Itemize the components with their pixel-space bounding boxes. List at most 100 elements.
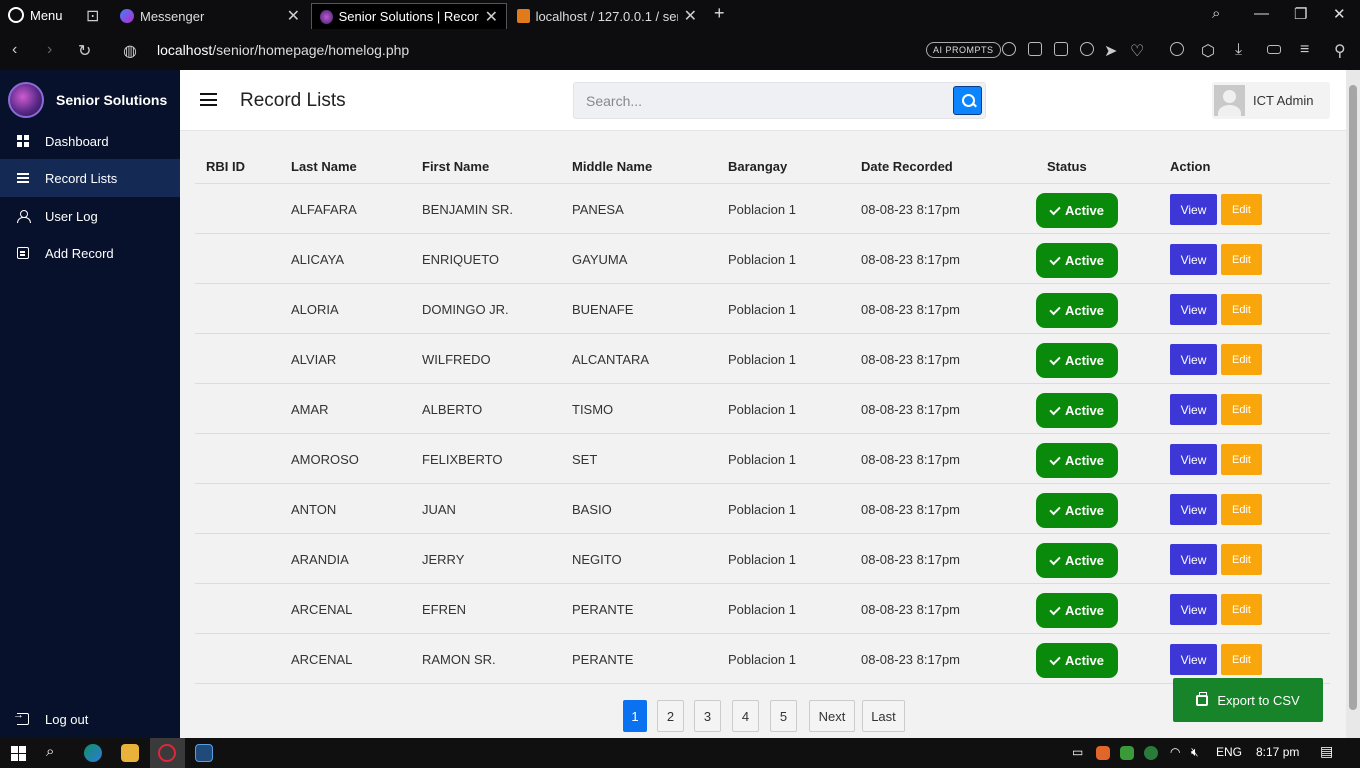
minimize-icon[interactable]: —	[1254, 5, 1269, 22]
phpmyadmin-icon	[517, 9, 530, 23]
edit-button[interactable]: Edit	[1221, 444, 1262, 475]
new-tab-icon[interactable]: +	[714, 3, 725, 24]
edit-button[interactable]: Edit	[1221, 494, 1262, 525]
hamburger-menu-icon[interactable]	[200, 93, 217, 106]
camera-icon[interactable]	[1054, 42, 1068, 56]
view-button[interactable]: View	[1170, 594, 1217, 625]
scrollbar-thumb[interactable]	[1349, 85, 1357, 710]
notifications-icon[interactable]: ▤	[1320, 743, 1333, 760]
site-info-icon[interactable]: ◍	[123, 41, 137, 61]
adblock-icon[interactable]	[1080, 42, 1094, 56]
edge-icon[interactable]	[84, 744, 102, 762]
edit-button[interactable]: Edit	[1221, 194, 1262, 225]
view-button[interactable]: View	[1170, 194, 1217, 225]
opera-taskbar-icon[interactable]	[158, 744, 176, 762]
cell-middle: PANESA	[572, 202, 624, 217]
url-field[interactable]: localhost/senior/homepage/homelog.php	[157, 42, 409, 58]
edit-button[interactable]: Edit	[1221, 594, 1262, 625]
sidebar-item-logout[interactable]: Log out	[0, 700, 180, 738]
cell-date: 08-08-23 8:17pm	[861, 552, 961, 567]
page-scrollbar[interactable]	[1346, 70, 1360, 738]
edit-button[interactable]: Edit	[1221, 644, 1262, 675]
vpn-icon[interactable]	[1170, 42, 1184, 56]
next-page-button[interactable]: Next	[809, 700, 855, 732]
tab-search-icon[interactable]: ⌕	[1212, 5, 1220, 22]
sidebar-item-add-record[interactable]: Add Record	[0, 234, 180, 272]
windows-start-icon[interactable]	[11, 746, 26, 761]
search-page-icon[interactable]	[1002, 42, 1016, 56]
cube-icon[interactable]: ⬡	[1201, 41, 1215, 61]
battery-saver-icon[interactable]	[1267, 45, 1281, 54]
file-explorer-icon[interactable]	[121, 744, 139, 762]
column-header-action: Action	[1170, 159, 1211, 174]
sidebar-item-dashboard[interactable]: Dashboard	[0, 122, 180, 160]
taskbar-search-icon[interactable]: ⌕	[46, 743, 54, 760]
sidebar-item-record-lists[interactable]: Record Lists	[0, 159, 180, 197]
vscode-icon[interactable]	[195, 744, 213, 762]
edit-button[interactable]: Edit	[1221, 544, 1262, 575]
page-2-button[interactable]: 2	[657, 700, 684, 732]
restore-icon[interactable]: ❐	[1294, 5, 1307, 23]
view-button[interactable]: View	[1170, 294, 1217, 325]
cell-barangay: Poblacion 1	[728, 402, 796, 417]
cell-middle: PERANTE	[572, 652, 634, 667]
profile-icon[interactable]: ⚲	[1334, 41, 1346, 61]
edit-icon[interactable]	[1028, 42, 1042, 56]
download-icon[interactable]: ⤓	[1235, 41, 1242, 59]
clock[interactable]: 8:17 pm	[1256, 745, 1299, 759]
language-indicator[interactable]: ENG	[1216, 745, 1242, 759]
send-icon[interactable]: ➤	[1104, 41, 1117, 61]
close-tab-icon[interactable]: ✕	[684, 6, 697, 26]
tray-app-icon[interactable]	[1096, 746, 1110, 760]
view-button[interactable]: View	[1170, 444, 1217, 475]
edit-button[interactable]: Edit	[1221, 394, 1262, 425]
status-label: Active	[1064, 503, 1105, 518]
page-1-button[interactable]: 1	[623, 700, 647, 732]
edit-button[interactable]: Edit	[1221, 244, 1262, 275]
tray-nvidia-icon[interactable]	[1120, 746, 1134, 760]
cell-date: 08-08-23 8:17pm	[861, 202, 961, 217]
tab-phpmyadmin[interactable]: localhost / 127.0.0.1 / senio ✕	[509, 3, 705, 29]
wifi-icon[interactable]: ◠	[1170, 745, 1180, 759]
edit-button[interactable]: Edit	[1221, 344, 1262, 375]
brand[interactable]: Senior Solutions	[8, 82, 167, 118]
heart-icon[interactable]: ♡	[1130, 41, 1144, 61]
edit-button[interactable]: Edit	[1221, 294, 1262, 325]
sidebar-item-user-log[interactable]: User Log	[0, 197, 180, 235]
back-icon[interactable]: ‹	[12, 41, 17, 59]
close-tab-icon[interactable]: ✕	[485, 7, 498, 27]
tab-messenger[interactable]: Messenger ✕	[112, 3, 308, 29]
reload-icon[interactable]: ↻	[78, 41, 91, 61]
battery-icon[interactable]: ▭	[1072, 745, 1083, 759]
close-window-icon[interactable]: ✕	[1333, 5, 1346, 23]
tab-label: Messenger	[140, 8, 205, 24]
search-button[interactable]	[953, 86, 982, 115]
easy-setup-icon[interactable]: ≡	[1300, 41, 1309, 59]
close-tab-icon[interactable]: ✕	[287, 6, 300, 26]
status-label: Active	[1064, 403, 1105, 418]
cell-last: AMAR	[291, 402, 329, 417]
ai-prompts-button[interactable]: AI PROMPTS	[926, 42, 1001, 58]
view-button[interactable]: View	[1170, 494, 1217, 525]
view-button[interactable]: View	[1170, 544, 1217, 575]
volume-icon[interactable]: 🔇︎	[1191, 745, 1199, 760]
forward-icon[interactable]: ›	[47, 41, 52, 59]
status-badge: Active	[1036, 543, 1118, 578]
browser-menu-button[interactable]: Menu	[8, 7, 63, 23]
page-5-button[interactable]: 5	[770, 700, 797, 732]
view-button[interactable]: View	[1170, 344, 1217, 375]
user-menu[interactable]: ICT Admin	[1212, 82, 1330, 119]
view-button[interactable]: View	[1170, 644, 1217, 675]
last-page-button[interactable]: Last	[862, 700, 905, 732]
tab-record-lists[interactable]: Senior Solutions | Record Li ✕	[311, 3, 507, 29]
export-csv-button[interactable]: Export to CSV	[1173, 678, 1323, 722]
page-3-button[interactable]: 3	[694, 700, 721, 732]
view-button[interactable]: View	[1170, 394, 1217, 425]
tray-bluetooth-icon[interactable]	[1144, 746, 1158, 760]
cell-middle: GAYUMA	[572, 252, 628, 267]
view-button[interactable]: View	[1170, 244, 1217, 275]
cell-first: DOMINGO JR.	[422, 302, 509, 317]
gamepad-icon[interactable]: ⊡	[86, 6, 99, 26]
page-4-button[interactable]: 4	[732, 700, 759, 732]
search-input[interactable]	[574, 83, 952, 118]
